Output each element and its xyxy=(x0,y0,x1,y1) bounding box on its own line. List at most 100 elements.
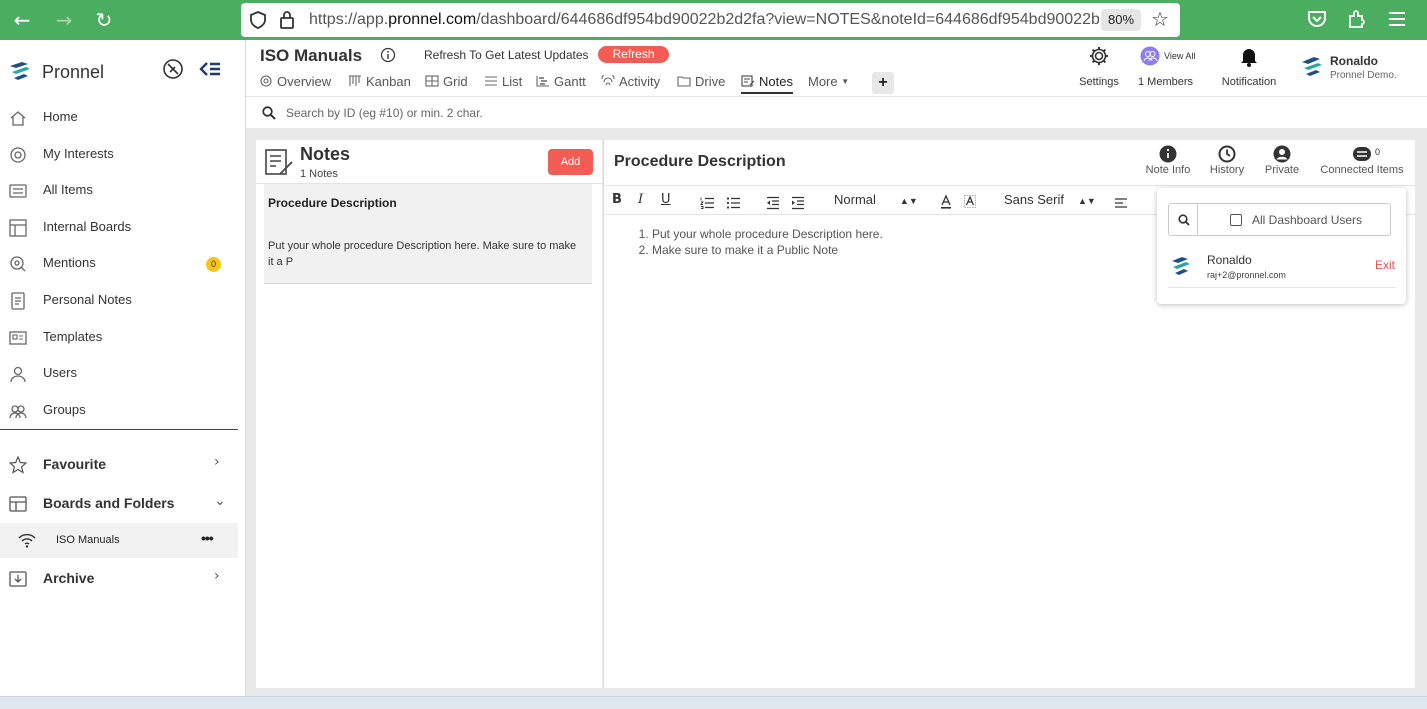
sidebar-board-iso-manuals[interactable]: ISO Manuals ••• xyxy=(0,523,238,558)
items-icon xyxy=(9,184,27,198)
connected-items-icon xyxy=(1353,147,1371,161)
sidebar-section-boards-and-folders[interactable]: Boards and Folders ⌄ xyxy=(0,488,238,518)
interests-icon xyxy=(10,147,26,163)
shared-user-name: Ronaldo xyxy=(1207,253,1252,267)
outdent-icon[interactable] xyxy=(766,194,780,212)
user-logo-icon xyxy=(1302,57,1322,76)
sidebar-item-my-interests[interactable]: My Interests xyxy=(0,139,238,169)
list-icon xyxy=(485,76,497,86)
sidebar-item-groups[interactable]: Groups xyxy=(0,395,238,425)
board-more-options-icon[interactable]: ••• xyxy=(201,530,214,546)
tab-list[interactable]: List xyxy=(484,74,522,94)
note-title[interactable]: Procedure Description xyxy=(614,153,786,171)
tab-gantt[interactable]: Gantt xyxy=(536,74,586,94)
chevron-down-icon: ⌄ xyxy=(214,493,226,509)
info-icon[interactable] xyxy=(380,47,396,63)
add-note-button[interactable]: Add xyxy=(548,149,593,175)
sidebar-item-users[interactable]: Users xyxy=(0,358,238,388)
search-input[interactable] xyxy=(286,103,886,123)
italic-button[interactable]: I xyxy=(638,192,643,210)
popover-search-button[interactable] xyxy=(1168,203,1198,236)
forward-icon[interactable]: → xyxy=(52,8,76,32)
sidebar-section-archive[interactable]: Archive › xyxy=(0,563,238,593)
search-icon xyxy=(1178,214,1190,226)
bold-button[interactable]: B xyxy=(612,192,622,210)
connected-items-button[interactable]: 0 Connected Items xyxy=(1316,145,1408,176)
search-bar xyxy=(246,96,1427,128)
history-icon xyxy=(1218,145,1236,163)
ordered-list-icon[interactable] xyxy=(700,194,714,212)
bell-icon xyxy=(1241,49,1257,67)
private-button[interactable]: Private xyxy=(1260,145,1304,176)
text-color-icon[interactable] xyxy=(940,193,952,211)
star-icon xyxy=(9,456,27,474)
settings-button[interactable]: Settings xyxy=(1076,45,1122,88)
sidebar-section-favourite[interactable]: Favourite › xyxy=(0,449,238,479)
url-text[interactable]: https://app.pronnel.com/dashboard/644686… xyxy=(309,11,1099,29)
refresh-hint: Refresh To Get Latest Updates xyxy=(424,48,589,62)
add-view-button[interactable]: + xyxy=(872,72,894,94)
shield-icon[interactable] xyxy=(249,11,267,29)
sidebar-item-personal-notes[interactable]: Personal Notes xyxy=(0,285,238,315)
kanban-icon xyxy=(349,75,361,86)
view-all-link[interactable]: View All xyxy=(1164,51,1195,61)
exit-button[interactable]: Exit xyxy=(1375,258,1395,272)
align-icon[interactable] xyxy=(1114,195,1128,213)
select-arrows-icon: ▲▼ xyxy=(899,196,918,206)
sidebar-item-mentions[interactable]: Mentions 0 xyxy=(0,248,238,278)
pocket-icon[interactable] xyxy=(1306,8,1328,30)
note-body[interactable]: Put your whole procedure Description her… xyxy=(624,226,883,258)
folder-icon xyxy=(9,496,27,512)
notes-title: Notes xyxy=(300,144,351,164)
notes-list-panel: Notes 1 Notes Add Procedure Description … xyxy=(256,140,602,688)
sidebar-item-home[interactable]: Home xyxy=(0,102,238,132)
search-icon xyxy=(262,106,276,120)
note-body-line: Make sure to make it a Public Note xyxy=(652,242,883,258)
menu-icon[interactable] xyxy=(1386,8,1408,30)
drive-folder-icon xyxy=(677,76,691,87)
refresh-button[interactable]: Refresh xyxy=(598,46,669,63)
tab-activity[interactable]: Activity xyxy=(601,74,660,94)
all-users-checkbox[interactable] xyxy=(1230,214,1242,226)
collapse-sidebar-icon[interactable] xyxy=(198,58,222,80)
notification-button[interactable]: Notification xyxy=(1216,45,1282,88)
bullet-list-icon[interactable] xyxy=(726,194,740,212)
notes-count: 1 Notes xyxy=(300,168,338,180)
heading-select[interactable]: Normal ▲▼ xyxy=(834,192,918,207)
tab-more[interactable]: More ▼ xyxy=(808,74,849,94)
grid-icon xyxy=(425,75,439,87)
tab-kanban[interactable]: Kanban xyxy=(348,74,411,94)
note-info-button[interactable]: Note Info xyxy=(1141,145,1195,176)
font-select[interactable]: Sans Serif ▲▼ xyxy=(1004,192,1096,207)
back-icon[interactable]: ← xyxy=(10,8,34,32)
pronnel-logo-icon xyxy=(10,62,30,80)
note-card-title: Procedure Description xyxy=(268,196,397,210)
info-filled-icon xyxy=(1159,145,1177,163)
tab-drive[interactable]: Drive xyxy=(677,74,725,94)
reload-icon[interactable]: ↻ xyxy=(92,8,116,32)
taskbar-edge xyxy=(0,696,1427,709)
sidebar-item-internal-boards[interactable]: Internal Boards xyxy=(0,212,238,242)
underline-button[interactable]: U xyxy=(661,192,671,210)
extensions-icon[interactable] xyxy=(1346,8,1368,30)
history-button[interactable]: History xyxy=(1205,145,1249,176)
members-button[interactable]: View All 1 Members xyxy=(1138,45,1202,88)
sidebar-item-templates[interactable]: Templates xyxy=(0,322,238,352)
note-card[interactable]: Procedure Description Put your whole pro… xyxy=(264,184,592,284)
overview-icon xyxy=(260,75,272,87)
tab-notes[interactable]: Notes xyxy=(741,74,793,94)
tab-overview[interactable]: Overview xyxy=(259,74,331,94)
indent-icon[interactable] xyxy=(791,194,805,212)
bookmark-star-icon[interactable]: ☆ xyxy=(1151,7,1169,31)
all-dashboard-users-option[interactable]: All Dashboard Users xyxy=(1198,203,1391,236)
page-title: ISO Manuals xyxy=(260,46,363,65)
sidebar-item-all-items[interactable]: All Items xyxy=(0,175,238,205)
note-card-preview: Put your whole procedure Description her… xyxy=(268,240,577,268)
tab-grid[interactable]: Grid xyxy=(425,74,468,94)
zoom-level[interactable]: 80% xyxy=(1101,9,1141,31)
pin-off-icon[interactable] xyxy=(162,58,184,80)
shared-user-email: raj+2@pronnel.com xyxy=(1207,270,1286,280)
address-bar[interactable]: https://app.pronnel.com/dashboard/644686… xyxy=(241,3,1180,37)
highlight-color-icon[interactable] xyxy=(964,193,976,211)
lock-icon[interactable] xyxy=(279,10,295,30)
